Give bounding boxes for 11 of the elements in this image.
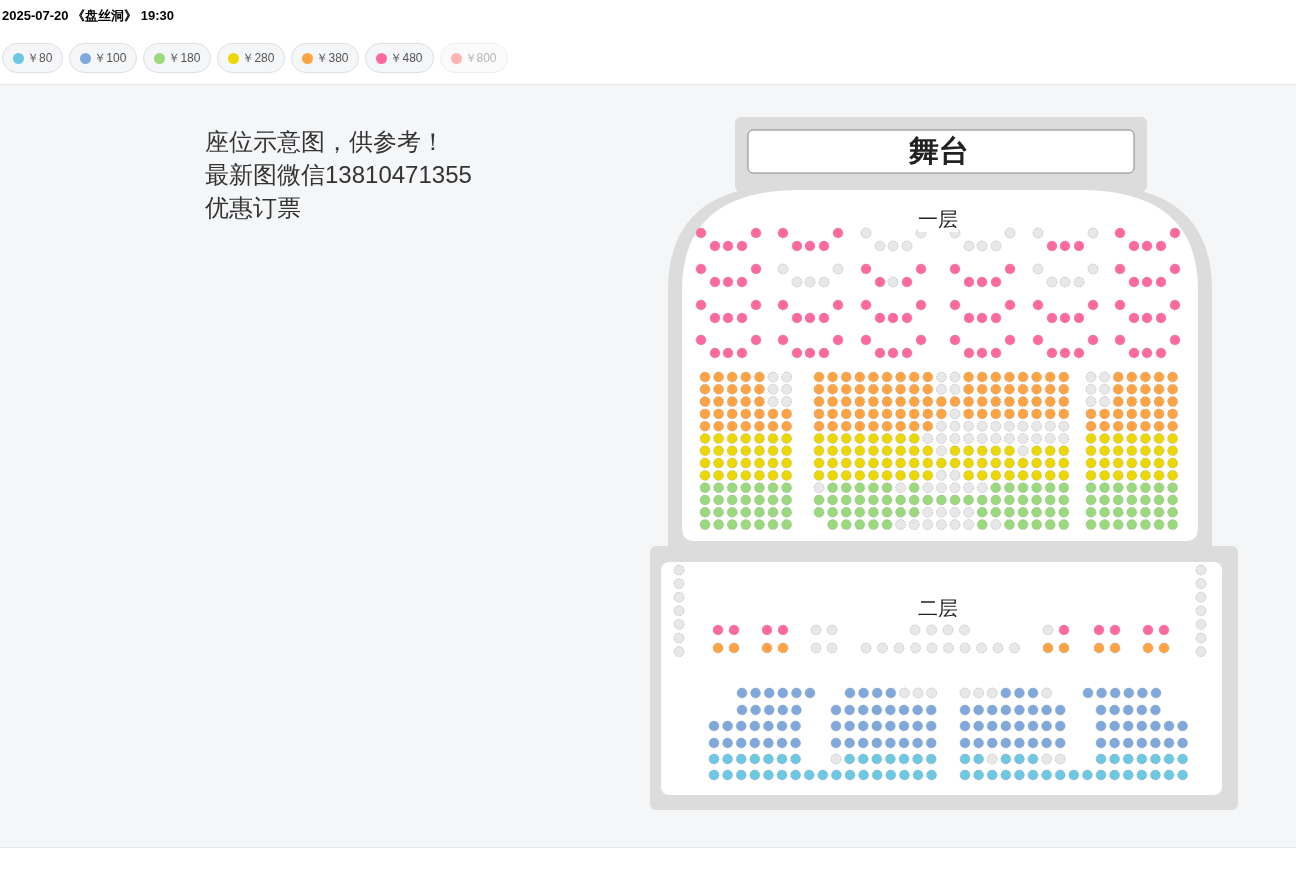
price-filter-chip[interactable]: ￥380 <box>291 43 360 73</box>
notice-text: 优惠订票 <box>205 193 301 223</box>
notice-text: 最新图微信13810471355 <box>205 160 472 190</box>
stage-label: 舞台 <box>909 133 969 169</box>
price-filter-chip[interactable]: ￥100 <box>69 43 138 73</box>
show-title: 2025-07-20 《盘丝洞》 19:30 <box>2 7 175 24</box>
price-filter-chip[interactable]: ￥280 <box>217 43 286 73</box>
price-filter-chip[interactable]: ￥480 <box>365 43 434 73</box>
notice-text: 座位示意图，供参考！ <box>205 127 445 157</box>
price-filter-chip[interactable]: ￥180 <box>143 43 212 73</box>
price-filter-chip[interactable]: ￥80 <box>2 43 64 73</box>
